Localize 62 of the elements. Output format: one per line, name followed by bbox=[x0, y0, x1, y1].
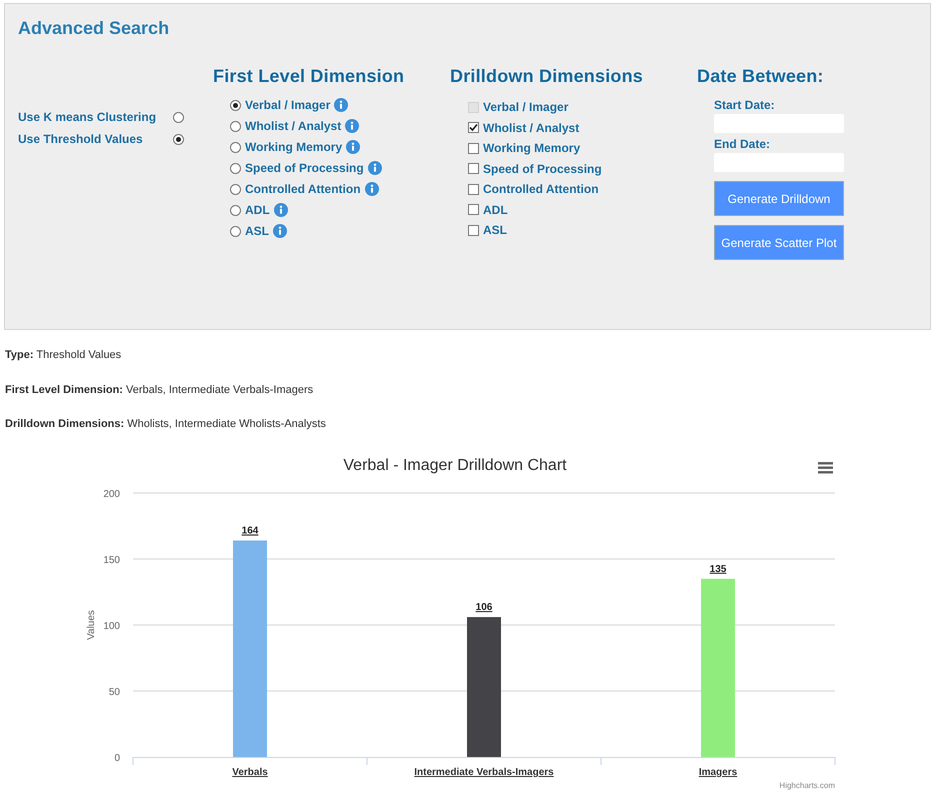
option-label: Use Threshold Values bbox=[18, 131, 144, 148]
info-icon[interactable] bbox=[368, 161, 382, 175]
axis-tick-label: 50 bbox=[108, 687, 120, 698]
category-label[interactable]: Imagers bbox=[698, 767, 738, 778]
option-label: ADL bbox=[245, 202, 270, 219]
option-label: Use K means Clustering bbox=[18, 109, 158, 126]
checkbox[interactable] bbox=[468, 122, 479, 133]
info-icon[interactable] bbox=[364, 182, 379, 196]
option-label: Controlled Attention bbox=[483, 181, 599, 198]
option-label: ASL bbox=[245, 223, 269, 240]
info-icon[interactable] bbox=[346, 140, 360, 154]
summary-line: First Level Dimension: Verbals, Intermediate Verbals-Imagers bbox=[5, 382, 314, 398]
section-heading: Drilldown Dimensions bbox=[450, 65, 644, 88]
option-label: Working Memory bbox=[483, 140, 580, 157]
menu-icon[interactable] bbox=[818, 462, 833, 474]
info-icon[interactable] bbox=[273, 224, 287, 238]
section-heading: First Level Dimension bbox=[213, 65, 406, 88]
field-label: End Date: bbox=[714, 136, 772, 153]
info-icon[interactable] bbox=[274, 203, 288, 217]
option-label: ADL bbox=[483, 202, 508, 218]
checkbox[interactable] bbox=[468, 163, 479, 174]
category-label[interactable]: Intermediate Verbals-Imagers bbox=[414, 767, 554, 778]
field-label: Start Date: bbox=[714, 97, 776, 114]
radio-button[interactable] bbox=[230, 184, 241, 194]
section-heading: Date Between: bbox=[697, 65, 825, 88]
radio-button[interactable] bbox=[173, 112, 184, 122]
radio-button[interactable] bbox=[230, 142, 241, 152]
checkbox[interactable] bbox=[468, 142, 479, 154]
radio-button[interactable] bbox=[230, 226, 241, 236]
option-label: Speed of Processing bbox=[483, 160, 602, 178]
info-icon[interactable] bbox=[345, 119, 360, 133]
radio-button[interactable] bbox=[230, 100, 241, 110]
panel-title: Advanced Search bbox=[18, 17, 170, 40]
data-label: 135 bbox=[710, 564, 726, 575]
option-label: Controlled Attention bbox=[245, 181, 361, 198]
data-label: 106 bbox=[476, 602, 492, 614]
option-label: Verbal / Imager bbox=[483, 99, 568, 116]
radio-button[interactable] bbox=[173, 134, 184, 144]
axis-tick-label: 200 bbox=[103, 489, 120, 500]
checkbox[interactable] bbox=[468, 204, 479, 215]
data-label: 164 bbox=[242, 526, 258, 537]
chart-title: Verbal - Imager Drilldown Chart bbox=[343, 457, 567, 474]
axis-tick-label: 100 bbox=[103, 621, 120, 632]
option-label: Wholist / Analyst bbox=[483, 120, 580, 136]
option-label: Verbal / Imager bbox=[245, 97, 330, 114]
option-label: Speed of Processing bbox=[245, 160, 364, 177]
axis-tick-label: 150 bbox=[103, 555, 120, 566]
axis-title: Values bbox=[86, 610, 97, 640]
radio-button[interactable] bbox=[230, 120, 241, 132]
axis-tick-label: 0 bbox=[114, 753, 120, 764]
credit-link[interactable]: Highcharts.com bbox=[779, 781, 835, 790]
checkbox[interactable] bbox=[468, 224, 479, 236]
checkbox[interactable] bbox=[468, 184, 479, 194]
summary-line: Drilldown Dimensions: Wholists, Intermediate Wholists-Analysts bbox=[5, 417, 327, 432]
category-label[interactable]: Verbals bbox=[232, 767, 268, 778]
summary-line: Type: Threshold Values bbox=[5, 348, 122, 363]
option-label: Wholist / Analyst bbox=[245, 118, 342, 135]
option-label: Working Memory bbox=[245, 139, 342, 156]
radio-button[interactable] bbox=[230, 162, 241, 174]
radio-button[interactable] bbox=[230, 204, 241, 216]
option-label: ASL bbox=[483, 222, 507, 239]
info-icon[interactable] bbox=[334, 98, 348, 112]
